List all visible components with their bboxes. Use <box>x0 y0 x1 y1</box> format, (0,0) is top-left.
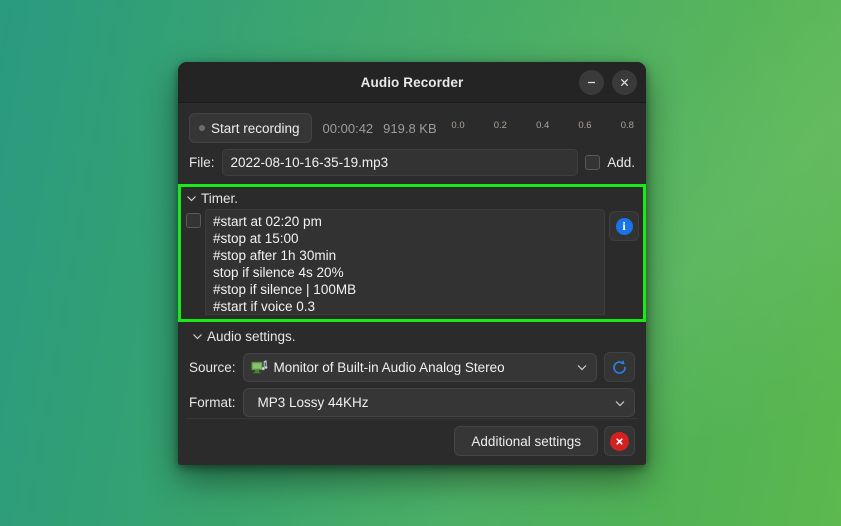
audio-recorder-window: Audio Recorder Start recording 00:0 <box>178 62 646 465</box>
timer-section-highlight: Timer. #start at 02:20 pm #stop at 15:00… <box>178 184 646 322</box>
timer-section: Timer. #start at 02:20 pm #stop at 15:00… <box>178 187 646 319</box>
chevron-down-icon <box>576 361 588 373</box>
start-recording-button[interactable]: Start recording <box>189 113 312 143</box>
refresh-icon <box>611 359 628 376</box>
source-label: Source: <box>189 360 236 375</box>
format-row: Format: MP3 Lossy 44KHz <box>189 388 635 417</box>
source-value: Monitor of Built-in Audio Analog Stereo <box>274 360 570 375</box>
file-row: File: 2022-08-10-16-35-19.mp3 Add. <box>186 148 638 176</box>
close-x-icon <box>610 432 629 451</box>
start-recording-label: Start recording <box>211 121 300 136</box>
audio-monitor-icon <box>251 360 268 375</box>
timer-line: #stop if silence | 100MB <box>213 281 597 298</box>
level-tick-3: 0.6 <box>578 120 591 131</box>
audio-settings-expander[interactable]: Audio settings. <box>189 327 635 346</box>
info-icon: i <box>616 218 633 235</box>
chevron-down-icon <box>614 397 626 409</box>
recording-toolbar: Start recording 00:00:42 919.8 KB 0.0 0.… <box>186 111 638 145</box>
timer-enable-checkbox[interactable] <box>186 213 201 228</box>
format-dropdown[interactable]: MP3 Lossy 44KHz <box>243 388 635 417</box>
level-tick-2: 0.4 <box>536 120 549 131</box>
close-button[interactable] <box>612 70 637 95</box>
footer-bar: Additional settings <box>186 418 638 457</box>
audio-settings-section: Audio settings. Source: Monitor of Built… <box>186 322 638 417</box>
append-label: Add. <box>607 155 635 170</box>
append-checkbox[interactable] <box>585 155 600 170</box>
close-icon <box>619 77 630 88</box>
elapsed-time: 00:00:42 <box>323 121 374 136</box>
source-dropdown[interactable]: Monitor of Built-in Audio Analog Stereo <box>243 353 597 382</box>
timer-expander-label: Timer. <box>201 191 238 206</box>
file-label: File: <box>189 155 215 170</box>
timer-body: #start at 02:20 pm #stop at 15:00 #stop … <box>183 209 641 315</box>
window-content: Start recording 00:00:42 919.8 KB 0.0 0.… <box>178 103 646 465</box>
record-dot-icon <box>199 125 205 131</box>
file-name-input[interactable]: 2022-08-10-16-35-19.mp3 <box>222 149 579 176</box>
minimize-icon <box>586 77 597 88</box>
timer-info-button[interactable]: i <box>609 211 639 241</box>
level-tick-4: 0.8 <box>621 120 634 131</box>
timer-line: #stop after 1h 30min <box>213 247 597 264</box>
refresh-sources-button[interactable] <box>604 352 635 382</box>
chevron-down-icon <box>192 331 203 342</box>
quit-button[interactable] <box>604 426 635 456</box>
timer-commands-textarea[interactable]: #start at 02:20 pm #stop at 15:00 #stop … <box>205 209 605 315</box>
level-meter-scale: 0.0 0.2 0.4 0.6 0.8 <box>443 111 635 145</box>
level-tick-0: 0.0 <box>451 120 464 131</box>
window-title: Audio Recorder <box>361 75 464 90</box>
level-tick-1: 0.2 <box>494 120 507 131</box>
timer-expander[interactable]: Timer. <box>183 189 641 208</box>
timer-line: #start at 02:20 pm <box>213 213 597 230</box>
audio-settings-label: Audio settings. <box>207 329 296 344</box>
timer-line: #stop at 15:00 <box>213 230 597 247</box>
format-label: Format: <box>189 395 236 410</box>
minimize-button[interactable] <box>579 70 604 95</box>
file-size: 919.8 KB <box>383 121 437 136</box>
source-row: Source: Monitor of Built-in Audio Analog… <box>189 352 635 382</box>
timer-line: #start if voice 0.3 <box>213 298 597 315</box>
chevron-down-icon <box>186 193 197 204</box>
format-value: MP3 Lossy 44KHz <box>251 395 608 410</box>
timer-line: stop if silence 4s 20% <box>213 264 597 281</box>
window-controls <box>579 62 637 102</box>
window-titlebar: Audio Recorder <box>178 62 646 103</box>
additional-settings-button[interactable]: Additional settings <box>454 426 598 456</box>
